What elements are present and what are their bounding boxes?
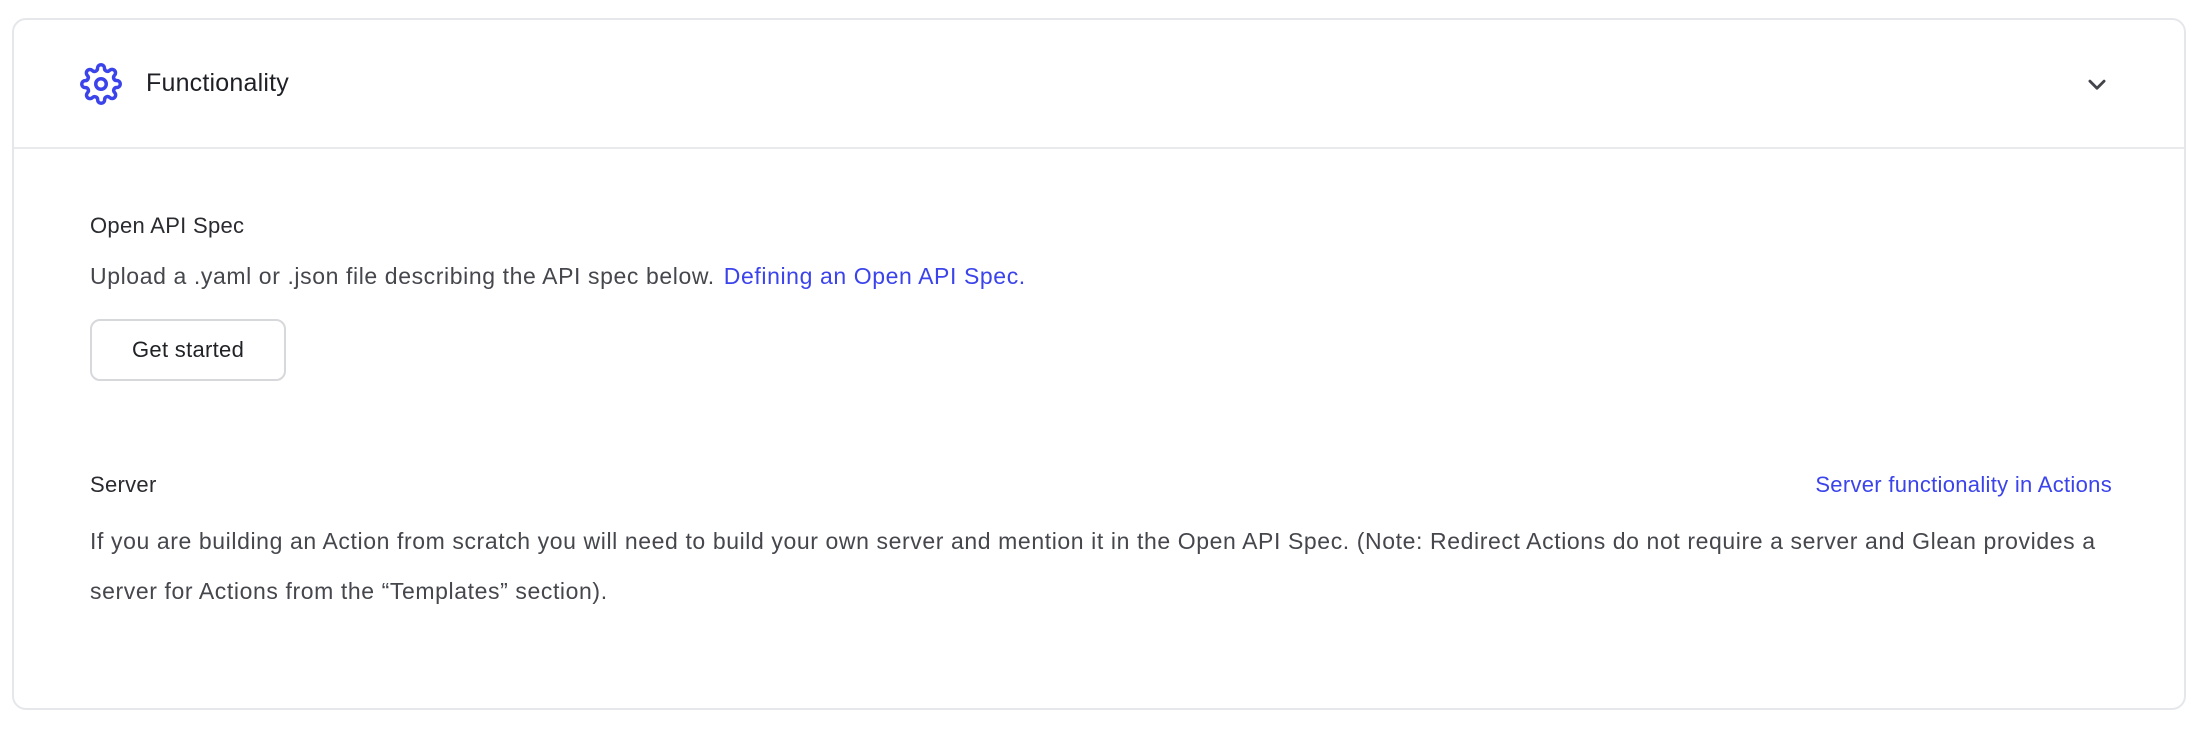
- server-section: Server Server functionality in Actions I…: [90, 472, 2112, 616]
- functionality-card-body: Open API Spec Upload a .yaml or .json fi…: [14, 213, 2184, 616]
- gear-icon: [80, 63, 122, 105]
- server-label: Server: [90, 472, 157, 498]
- defining-open-api-spec-link[interactable]: Defining an Open API Spec.: [724, 263, 1026, 289]
- functionality-card: Functionality Open API Spec Upload a .ya…: [12, 18, 2186, 710]
- server-functionality-link[interactable]: Server functionality in Actions: [1815, 472, 2112, 498]
- chevron-down-icon[interactable]: [2080, 67, 2114, 101]
- get-started-button[interactable]: Get started: [90, 319, 286, 381]
- card-title: Functionality: [146, 69, 289, 98]
- open-api-spec-section: Open API Spec Upload a .yaml or .json fi…: [90, 213, 2112, 381]
- functionality-card-header[interactable]: Functionality: [14, 20, 2184, 149]
- server-description: If you are building an Action from scrat…: [90, 516, 2100, 616]
- server-header-row: Server Server functionality in Actions: [90, 472, 2112, 498]
- open-api-spec-description-text: Upload a .yaml or .json file describing …: [90, 263, 715, 289]
- open-api-spec-label: Open API Spec: [90, 213, 2112, 239]
- open-api-spec-description: Upload a .yaml or .json file describing …: [90, 251, 2112, 301]
